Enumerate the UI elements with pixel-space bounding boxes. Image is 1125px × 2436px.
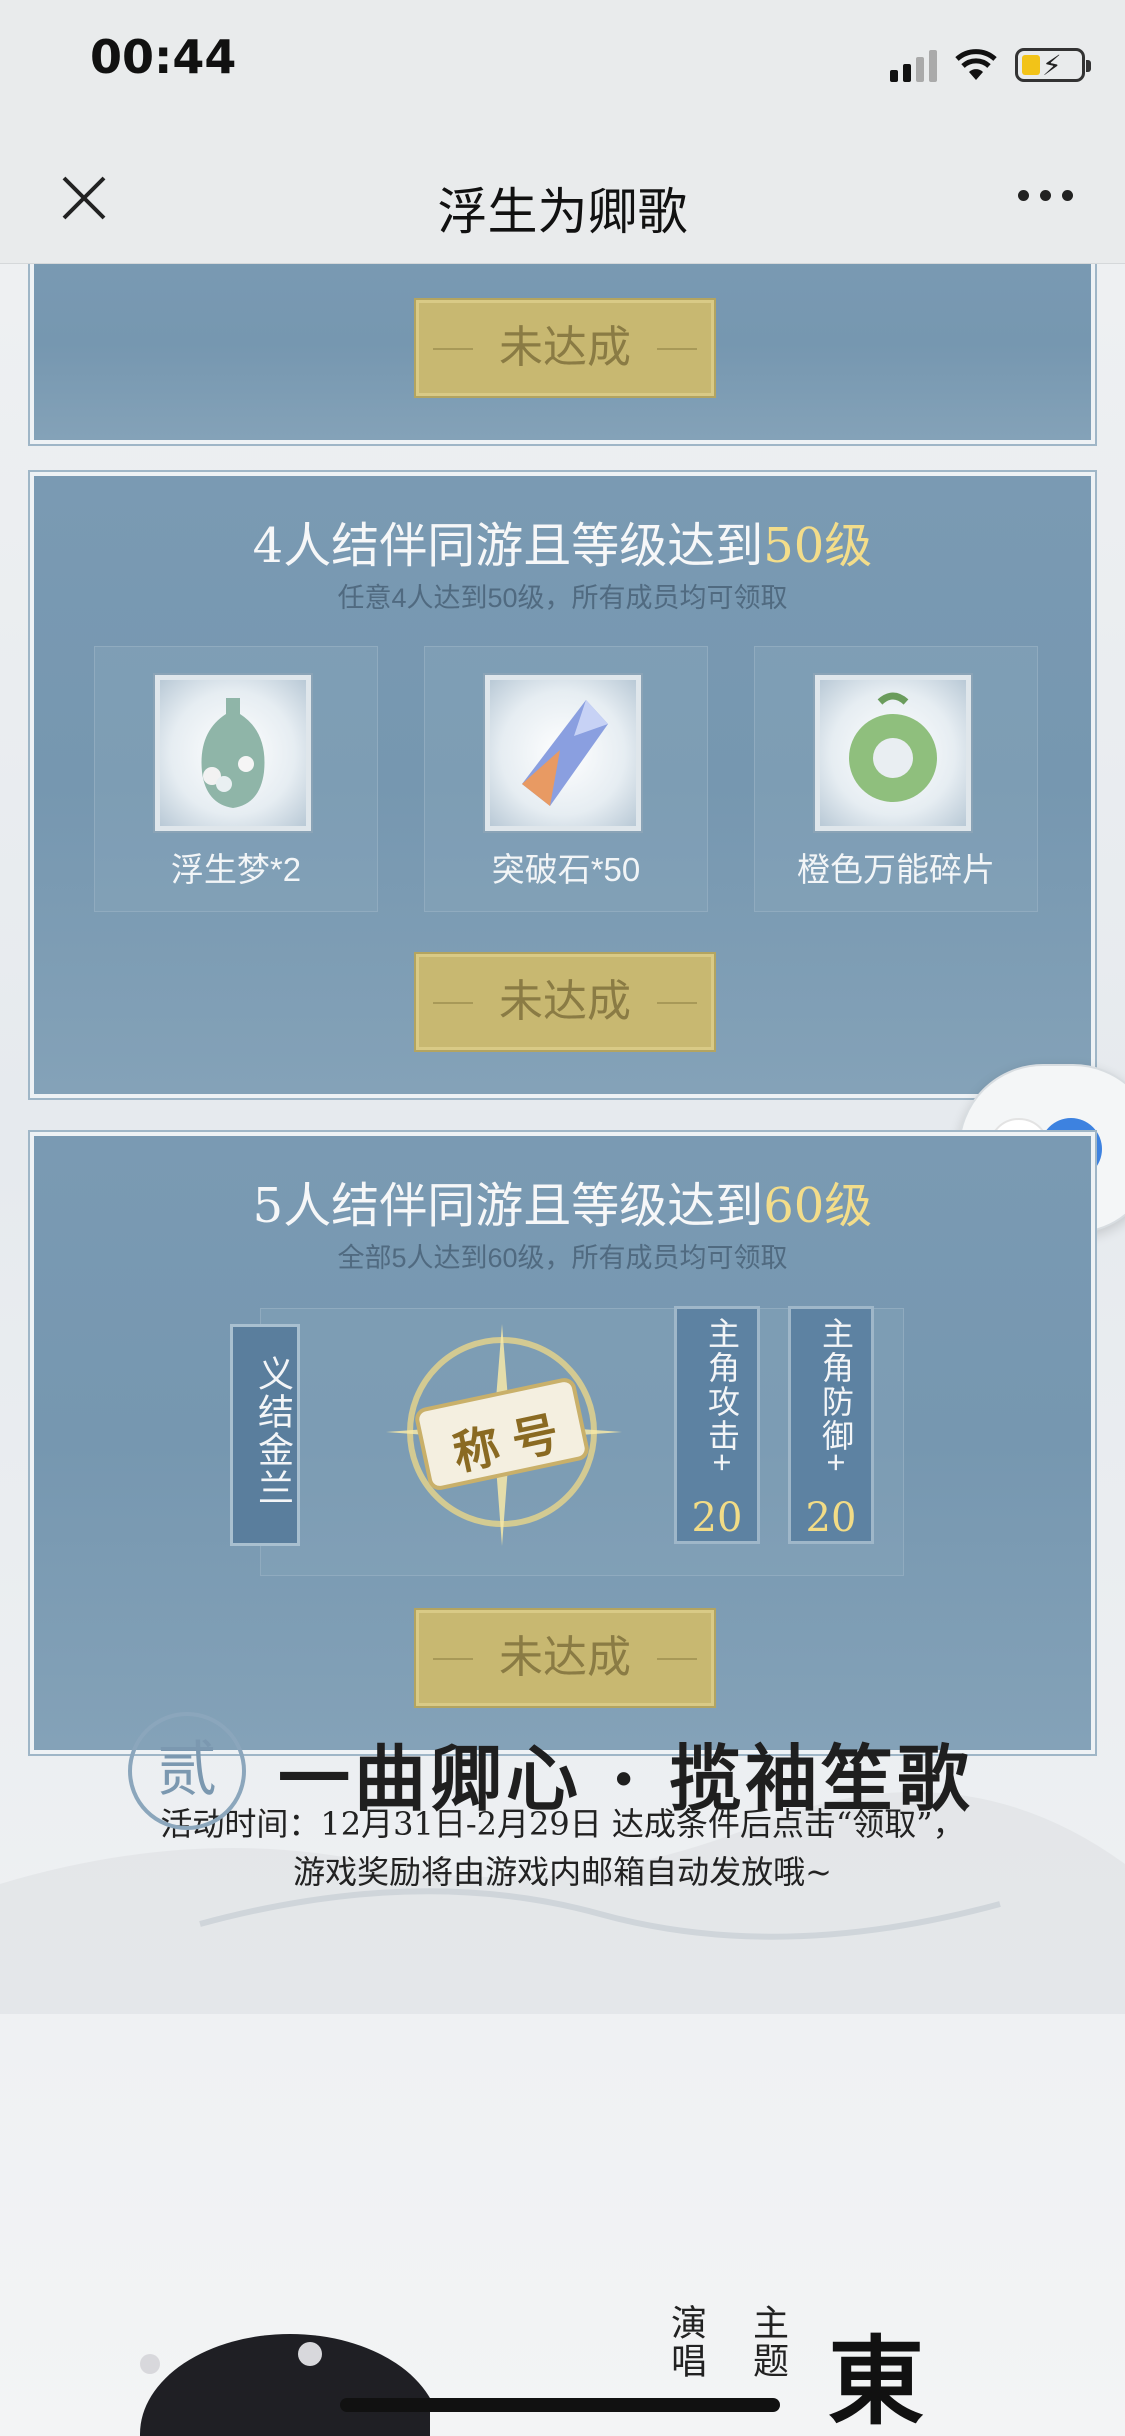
reward-item[interactable]: 突破石*50: [424, 646, 708, 912]
card-subtitle: 任意4人达到50级，所有成员均可领取: [337, 583, 788, 613]
title-scroll-icon: 称号: [382, 1314, 632, 1554]
reward-card-3: 未达成: [28, 264, 1097, 446]
wifi-icon: [955, 49, 997, 80]
card-title: 4人结伴同游且等级达到50级: [252, 518, 873, 574]
section-seal: 贰: [128, 1712, 246, 1830]
status-icons: ⚡: [890, 48, 1091, 82]
crystal-icon: [485, 675, 641, 831]
stat-defense: 主角防御+ 20: [788, 1306, 874, 1544]
card-subtitle: 全部5人达到60级，所有成员均可领取: [337, 1243, 788, 1273]
unachieved-button[interactable]: 未达成: [414, 298, 716, 398]
reward-card-4: 4人结伴同游且等级达到50级 任意4人达到50级，所有成员均可领取 浮生梦*2: [28, 470, 1097, 1100]
credits: 演唱 主题 東: [666, 2304, 924, 2436]
reward-card-5: 5人结伴同游且等级达到60级 全部5人达到60级，所有成员均可领取 义结金兰 称…: [28, 1130, 1097, 1756]
reward-item[interactable]: 橙色万能碎片: [754, 646, 1038, 912]
reward-label: 浮生梦*2: [170, 851, 302, 888]
status-bar: 00:44 ⚡: [0, 0, 1125, 132]
battery-icon: ⚡: [1015, 48, 1091, 82]
jade-ring-icon: [815, 675, 971, 831]
vase-icon: [155, 675, 311, 831]
more-icon[interactable]: [1018, 190, 1073, 201]
signal-icon: [890, 48, 937, 82]
reward-label: 突破石*50: [491, 851, 641, 888]
home-indicator: [340, 2398, 780, 2412]
nav-bar: 浮生为卿歌: [0, 132, 1125, 264]
card-title: 5人结伴同游且等级达到60级: [252, 1178, 873, 1234]
reward-item[interactable]: 浮生梦*2: [94, 646, 378, 912]
section-title: 一曲卿心 · 揽袖笙歌: [278, 1736, 974, 1821]
title-badge: 义结金兰: [230, 1324, 300, 1546]
unachieved-button[interactable]: 未达成: [414, 952, 716, 1052]
page-title: 浮生为卿歌: [437, 184, 688, 240]
status-time: 00:44: [90, 30, 237, 84]
unachieved-button[interactable]: 未达成: [414, 1608, 716, 1708]
character-illustration: [140, 2334, 430, 2436]
page-content: 未达成 4人结伴同游且等级达到50级 任意4人达到50级，所有成员均可领取 浮生…: [0, 264, 1125, 2436]
reward-label: 橙色万能碎片: [797, 851, 995, 888]
stat-attack: 主角攻击+ 20: [674, 1306, 760, 1544]
